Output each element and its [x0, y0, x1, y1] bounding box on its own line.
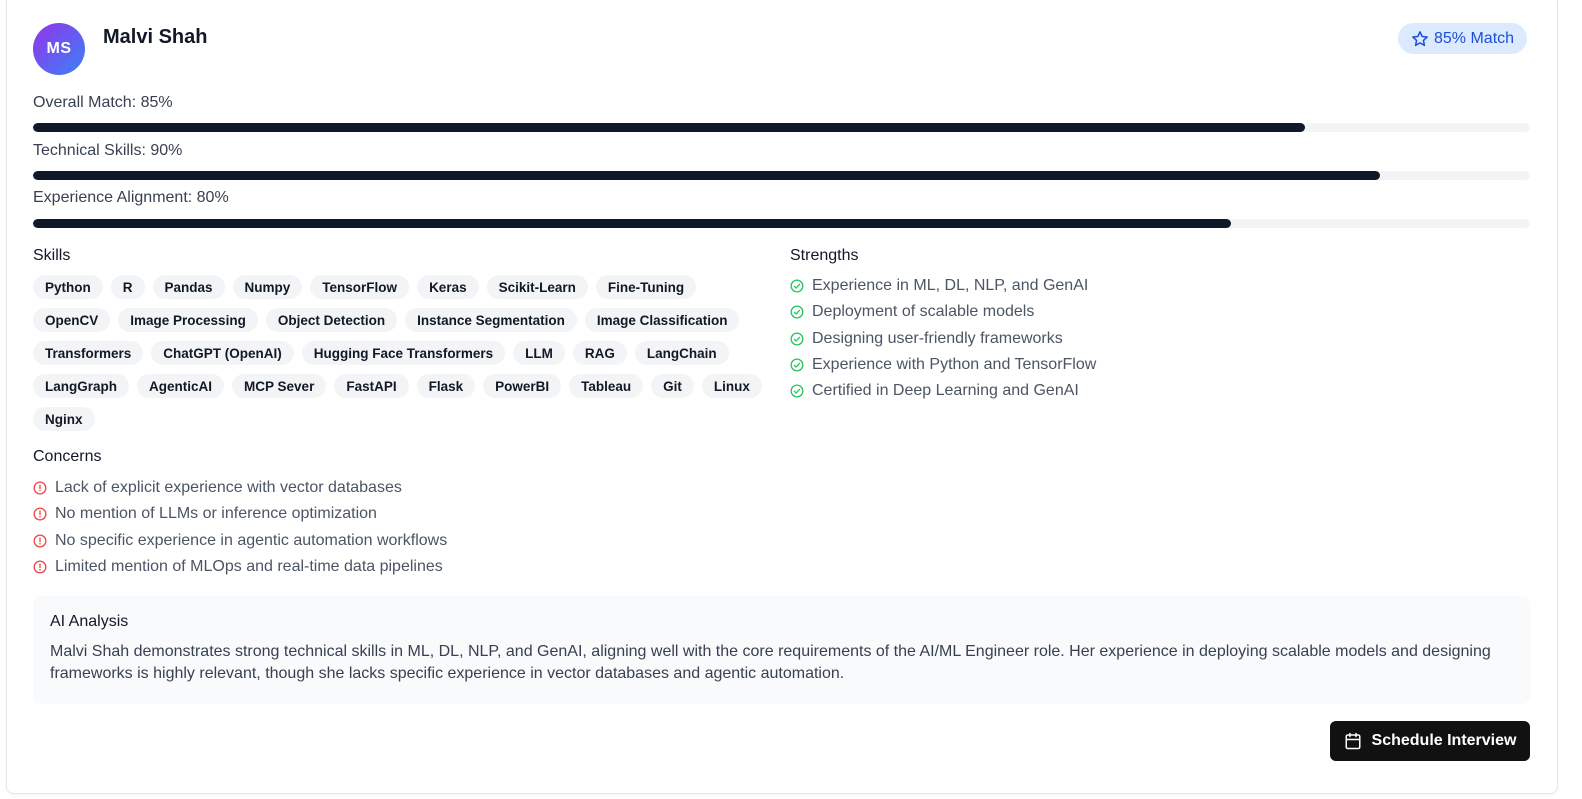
ai-analysis-title: AI Analysis	[50, 613, 129, 630]
skill-chip: PowerBI	[483, 374, 562, 398]
strength-text: Certified in Deep Learning and GenAI	[812, 382, 1079, 400]
skill-chip: TensorFlow	[310, 275, 410, 299]
skill-chip: AgenticAI	[137, 374, 225, 398]
strength-text: Experience with Python and TensorFlow	[812, 356, 1097, 374]
concern-item: Limited mention of MLOps and real-time d…	[33, 554, 447, 580]
concern-text: No mention of LLMs or inference optimiza…	[55, 505, 377, 523]
alert-circle-icon	[33, 507, 47, 521]
strength-text: Designing user-friendly frameworks	[812, 329, 1063, 347]
skills-title: Skills	[33, 247, 71, 264]
skill-chip: FastAPI	[334, 374, 409, 398]
progress-fill-technical	[33, 171, 1381, 180]
concern-text: Limited mention of MLOps and real-time d…	[55, 558, 443, 576]
skill-chip: Object Detection	[265, 308, 398, 332]
skill-chip: Keras	[417, 275, 479, 299]
progress-bar-technical	[33, 171, 1530, 180]
skill-chip: Linux	[701, 374, 762, 398]
skill-chip: MCP Sever	[232, 374, 327, 398]
skill-chip: Python	[33, 275, 103, 299]
strength-item: Experience with Python and TensorFlow	[790, 352, 1096, 378]
progress-bar-overall	[33, 123, 1530, 132]
strength-text: Experience in ML, DL, NLP, and GenAI	[812, 277, 1089, 295]
star-icon	[1412, 30, 1428, 46]
alert-circle-icon	[33, 481, 47, 495]
alert-circle-icon	[33, 560, 47, 574]
skill-chip: Tableau	[569, 374, 644, 398]
progress-fill-overall	[33, 123, 1306, 132]
match-badge: 85% Match	[1398, 23, 1528, 54]
skill-chip: Transformers	[33, 341, 144, 365]
skill-chip: R	[110, 275, 145, 299]
strength-text: Deployment of scalable models	[812, 303, 1035, 321]
alert-circle-icon	[33, 534, 47, 548]
skill-chip: ChatGPT (OpenAI)	[151, 341, 294, 365]
progress-fill-experience	[33, 219, 1231, 228]
metric-label-technical: Technical Skills: 90%	[33, 142, 183, 159]
metric-label-experience: Experience Alignment: 80%	[33, 189, 229, 206]
concern-item: No specific experience in agentic automa…	[33, 528, 447, 554]
skills-list: Python R Pandas Numpy TensorFlow Keras Scikit-…	[33, 275, 763, 431]
check-circle-icon	[790, 384, 804, 398]
strength-item: Certified in Deep Learning and GenAI	[790, 378, 1096, 404]
concern-item: No mention of LLMs or inference optimiza…	[33, 501, 447, 527]
skill-chip: Nginx	[33, 407, 95, 431]
skill-chip: Image Processing	[118, 308, 258, 332]
skill-chip: Fine-Tuning	[595, 275, 697, 299]
skill-chip: LangChain	[634, 341, 729, 365]
strength-item: Designing user-friendly frameworks	[790, 326, 1096, 352]
strengths-list: Experience in ML, DL, NLP, and GenAI Depl…	[790, 273, 1096, 404]
concerns-list: Lack of explicit experience with vector …	[33, 475, 447, 580]
calendar-icon	[1345, 732, 1361, 750]
check-circle-icon	[790, 332, 804, 346]
concern-text: Lack of explicit experience with vector …	[55, 479, 402, 497]
concern-text: No specific experience in agentic automa…	[55, 531, 448, 549]
skill-chip: Pandas	[152, 275, 225, 299]
schedule-interview-label: Schedule Interview	[1371, 732, 1517, 749]
skill-chip: Hugging Face Transformers	[301, 341, 506, 365]
schedule-interview-button[interactable]: Schedule Interview	[1330, 721, 1530, 761]
strengths-title: Strengths	[790, 247, 859, 264]
match-badge-label: 85% Match	[1434, 29, 1515, 47]
skill-chip: OpenCV	[33, 308, 111, 332]
candidate-name: Malvi Shah	[103, 26, 208, 48]
skill-chip: Flask	[416, 374, 476, 398]
skill-chip: LLM	[513, 341, 565, 365]
metric-label-overall: Overall Match: 85%	[33, 94, 173, 111]
concerns-title: Concerns	[33, 448, 102, 465]
progress-bar-experience	[33, 219, 1530, 228]
skill-chip: Numpy	[232, 275, 303, 299]
ai-analysis-panel: AI Analysis Malvi Shah demonstrates stro…	[33, 596, 1530, 704]
skill-chip: Instance Segmentation	[405, 308, 577, 332]
skill-chip: LangGraph	[33, 374, 130, 398]
ai-analysis-text: Malvi Shah demonstrates strong technical…	[50, 643, 1491, 682]
check-circle-icon	[790, 305, 804, 319]
check-circle-icon	[790, 279, 804, 293]
skill-chip: Scikit-Learn	[486, 275, 588, 299]
skill-chip: Image Classification	[584, 308, 740, 332]
strength-item: Experience in ML, DL, NLP, and GenAI	[790, 273, 1096, 299]
strength-item: Deployment of scalable models	[790, 299, 1096, 325]
check-circle-icon	[790, 358, 804, 372]
avatar: MS	[33, 23, 85, 75]
concern-item: Lack of explicit experience with vector …	[33, 475, 447, 501]
skill-chip: Git	[651, 374, 694, 398]
skill-chip: RAG	[572, 341, 627, 365]
